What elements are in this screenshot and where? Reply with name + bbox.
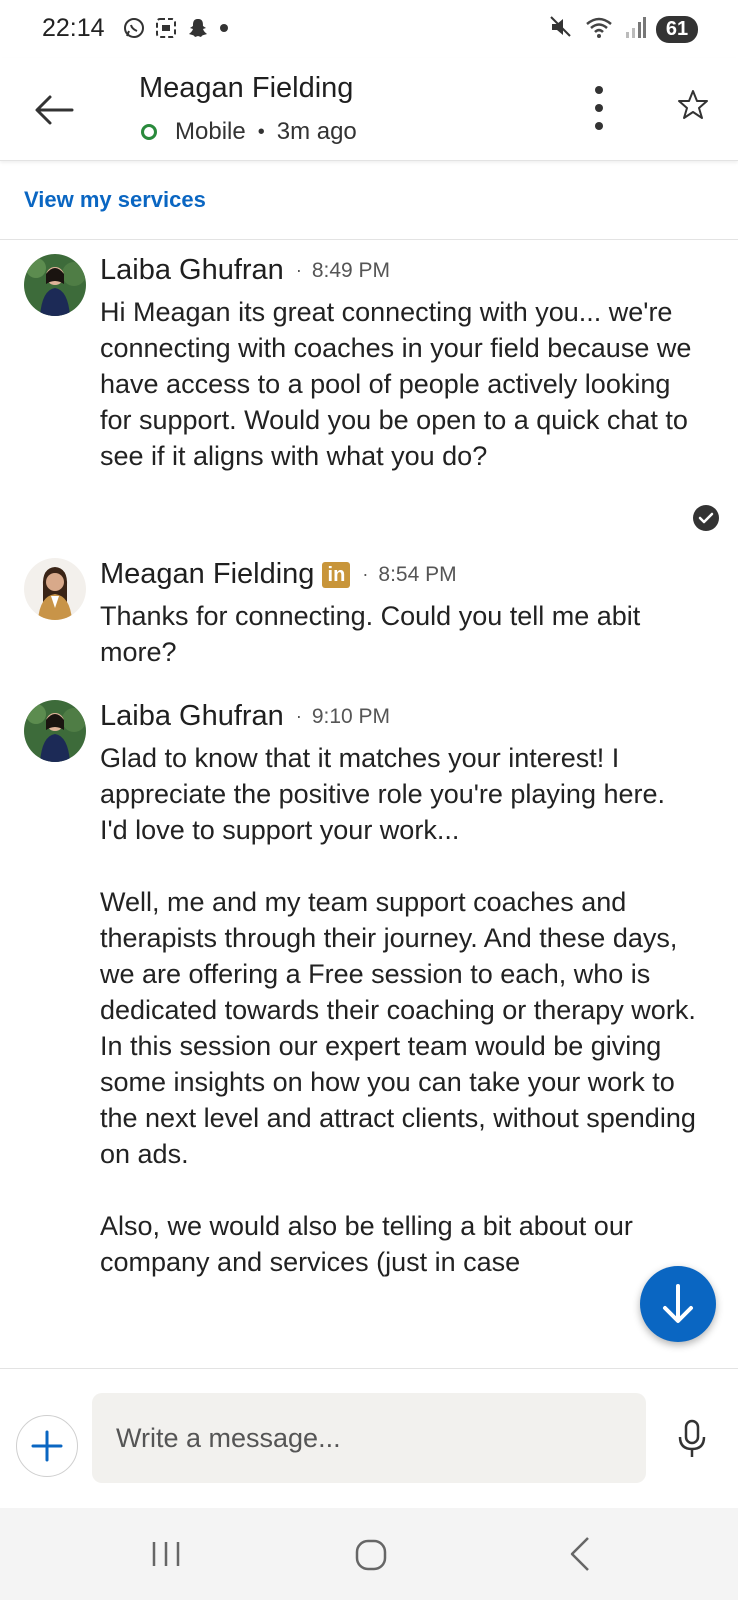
recent-apps-icon xyxy=(152,1542,180,1566)
message-time: 8:49 PM xyxy=(311,258,391,282)
contact-name[interactable]: Meagan Fielding xyxy=(139,72,353,105)
dot-icon xyxy=(218,16,230,45)
signal-icon xyxy=(624,14,646,45)
message-meta: Laiba Ghufran · 9:10 PM xyxy=(100,700,390,733)
view-services-link[interactable]: View my services xyxy=(24,187,206,213)
sender-name[interactable]: Laiba Ghufran xyxy=(100,254,284,287)
message-composer xyxy=(0,1368,738,1509)
sender-name[interactable]: Laiba Ghufran xyxy=(100,700,284,733)
avatar[interactable] xyxy=(24,254,86,316)
screenshot-icon xyxy=(154,16,178,45)
status-time: 22:14 xyxy=(42,14,105,42)
message-list[interactable]: Laiba Ghufran · 8:49 PM Hi Meagan its gr… xyxy=(0,240,738,1368)
avatar[interactable] xyxy=(24,558,86,620)
services-bar: View my services xyxy=(0,161,738,240)
scroll-to-bottom-button[interactable] xyxy=(640,1266,716,1342)
status-right-icons: 61 xyxy=(548,14,698,45)
home-button[interactable] xyxy=(354,1538,388,1572)
sender-name[interactable]: Meagan Fielding xyxy=(100,558,314,591)
more-vertical-icon xyxy=(595,86,603,130)
meta-separator: · xyxy=(295,260,302,280)
presence-device: Mobile xyxy=(175,118,246,145)
arrow-down-icon xyxy=(663,1284,693,1323)
snapchat-icon xyxy=(186,16,210,45)
status-left-icons xyxy=(122,16,230,45)
more-options-button[interactable] xyxy=(584,84,614,132)
message-text: Thanks for connecting. Could you tell me… xyxy=(100,601,648,667)
recent-apps-button[interactable] xyxy=(150,1538,182,1570)
meta-separator: · xyxy=(295,706,302,726)
star-icon xyxy=(678,90,708,119)
wifi-icon xyxy=(584,14,614,45)
message-input[interactable] xyxy=(92,1393,646,1483)
read-receipt xyxy=(692,504,720,532)
add-attachment-button[interactable] xyxy=(16,1415,78,1477)
meta-separator: · xyxy=(362,564,369,584)
presence-status: Mobile • 3m ago xyxy=(139,118,357,146)
voice-message-button[interactable] xyxy=(674,1419,710,1459)
star-button[interactable] xyxy=(676,88,710,122)
message-text: Hi Meagan its great connecting with you.… xyxy=(100,297,699,471)
online-status-icon xyxy=(141,124,157,140)
back-button[interactable] xyxy=(30,86,78,134)
linkedin-premium-badge: in xyxy=(322,561,351,588)
microphone-icon xyxy=(678,1419,706,1457)
plus-icon xyxy=(31,1430,63,1462)
message-text: Glad to know that it matches your intere… xyxy=(100,743,696,1277)
system-nav-bar xyxy=(0,1508,738,1600)
check-circle-icon xyxy=(693,505,719,531)
whatsapp-icon xyxy=(122,16,146,45)
message-meta: Laiba Ghufran · 8:49 PM xyxy=(100,254,390,287)
mute-icon xyxy=(548,14,574,45)
presence-separator: • xyxy=(257,120,265,143)
message-meta: Meagan Fielding in · 8:54 PM xyxy=(100,558,457,591)
home-icon xyxy=(355,1539,387,1571)
presence-time: 3m ago xyxy=(276,118,357,145)
battery-level: 61 xyxy=(656,16,698,43)
status-bar: 22:14 61 xyxy=(0,0,738,58)
chevron-left-icon xyxy=(570,1537,589,1571)
conversation-header: Meagan Fielding Mobile • 3m ago xyxy=(0,58,738,161)
message-time: 8:54 PM xyxy=(378,562,457,586)
arrow-left-icon xyxy=(35,95,74,125)
avatar[interactable] xyxy=(24,700,86,762)
message-time: 9:10 PM xyxy=(311,704,391,728)
system-back-button[interactable] xyxy=(568,1536,592,1572)
